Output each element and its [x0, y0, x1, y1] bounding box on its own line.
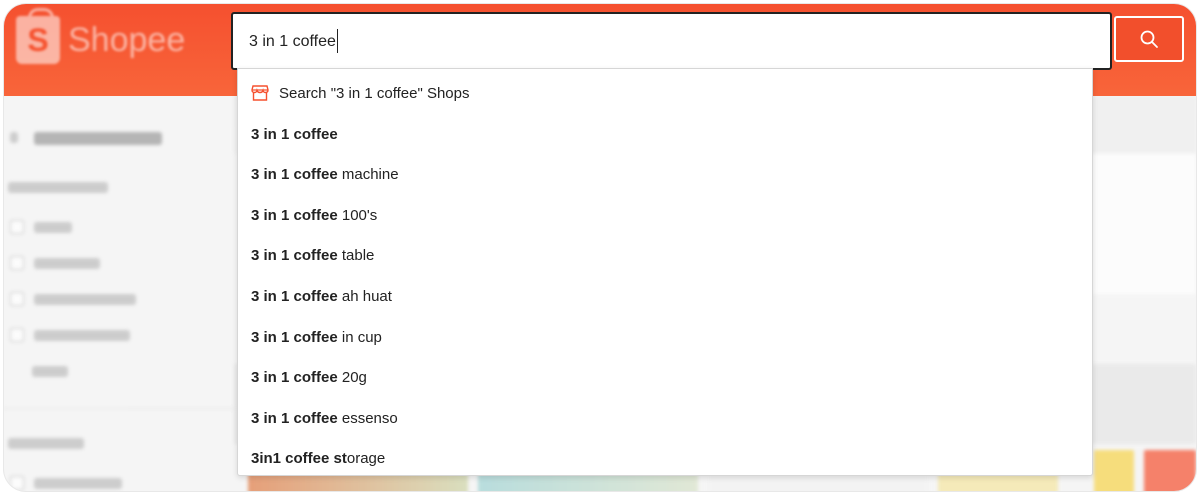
- suggestion-item[interactable]: 3 in 1 coffee ah huat: [238, 276, 1092, 316]
- suggestion-match-text: 3 in 1 coffee: [251, 409, 338, 427]
- suggestion-item[interactable]: 3in1 coffee st orage: [238, 439, 1092, 479]
- suggestion-match-text: 3 in 1 coffee: [251, 247, 338, 265]
- app-frame: S Shopee Search "3 in 1 coffee" Shops: [4, 4, 1196, 491]
- search-filter-sidebar: [4, 104, 234, 491]
- suggestion-item[interactable]: 3 in 1 coffee machine: [238, 155, 1092, 195]
- suggestion-rest-text: essenso: [337, 409, 398, 427]
- suggestion-rest-text: machine: [337, 166, 399, 184]
- suggestion-item[interactable]: 3 in 1 coffee in cup: [238, 317, 1092, 357]
- suggestion-match-text: 3 in 1 coffee: [251, 287, 338, 305]
- suggestion-match-text: 3in1 coffee st: [251, 450, 347, 468]
- logo-text: Shopee: [68, 20, 186, 59]
- shopee-bag-icon: S: [16, 8, 60, 64]
- suggestion-rest-text: 20g: [337, 369, 367, 387]
- search-shops-label: Search "3 in 1 coffee" Shops: [279, 84, 470, 102]
- suggestion-rest-text: in cup: [337, 328, 382, 346]
- shop-icon: [251, 85, 269, 101]
- suggestion-match-text: 3 in 1 coffee: [251, 125, 338, 143]
- suggestion-match-text: 3 in 1 coffee: [251, 206, 338, 224]
- shopee-logo[interactable]: S Shopee: [16, 8, 186, 64]
- suggestion-rest-text: table: [337, 247, 375, 265]
- suggestion-item[interactable]: 3 in 1 coffee table: [238, 236, 1092, 276]
- suggestion-item[interactable]: 3 in 1 coffee essenso: [238, 398, 1092, 438]
- suggestion-item[interactable]: 3 in 1 coffee: [238, 114, 1092, 154]
- search-bar[interactable]: [231, 12, 1112, 70]
- suggestion-rest-text: orage: [346, 450, 386, 468]
- search-shops-item[interactable]: Search "3 in 1 coffee" Shops: [238, 73, 1092, 113]
- suggestion-match-text: 3 in 1 coffee: [251, 328, 338, 346]
- shop-card-partial: [1092, 154, 1196, 294]
- suggestion-match-text: 3 in 1 coffee: [251, 166, 338, 184]
- search-suggestions-dropdown: Search "3 in 1 coffee" Shops 3 in 1 coff…: [237, 68, 1093, 476]
- suggestion-item[interactable]: 3 in 1 coffee 20g: [238, 358, 1092, 398]
- search-button[interactable]: [1114, 16, 1184, 62]
- search-icon: [1140, 30, 1158, 48]
- suggestion-item[interactable]: 3 in 1 coffee 100's: [238, 195, 1092, 235]
- suggestion-match-text: 3 in 1 coffee: [251, 369, 338, 387]
- suggestion-rest-text: 100's: [337, 206, 378, 224]
- suggestion-rest-text: ah huat: [337, 287, 392, 305]
- text-caret: [336, 29, 338, 53]
- search-input[interactable]: [249, 28, 1089, 56]
